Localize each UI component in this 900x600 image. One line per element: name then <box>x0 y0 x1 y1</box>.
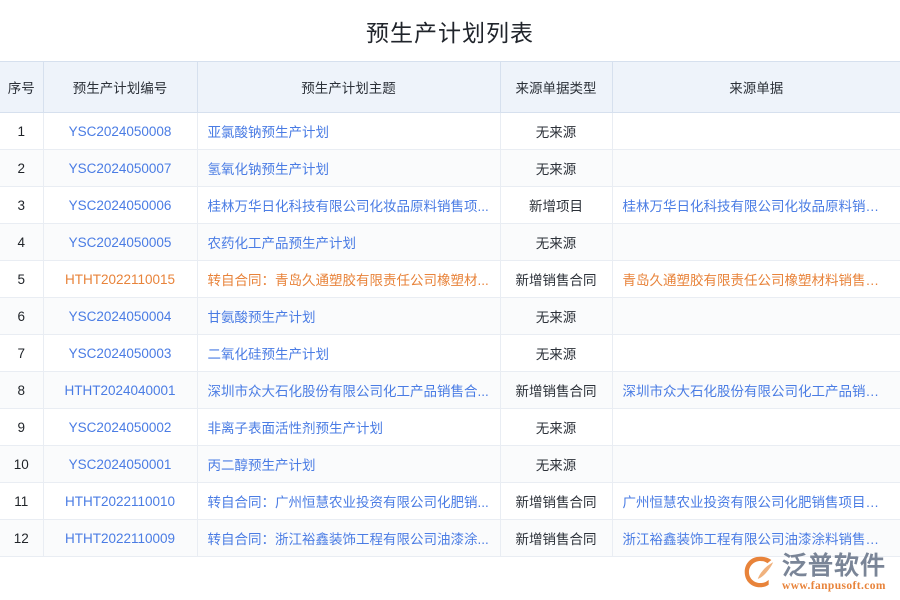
cell-source-doc[interactable] <box>612 298 900 335</box>
table-body: 1YSC2024050008亚氯酸钠预生产计划无来源2YSC2024050007… <box>0 113 900 557</box>
table-header: 序号 预生产计划编号 预生产计划主题 来源单据类型 来源单据 <box>0 62 900 113</box>
cell-source-doc[interactable] <box>612 446 900 483</box>
cell-seq: 5 <box>0 261 43 298</box>
cell-source-type: 无来源 <box>500 446 612 483</box>
cell-seq: 7 <box>0 335 43 372</box>
cell-plan-code[interactable]: YSC2024050004 <box>43 298 197 335</box>
cell-plan-topic[interactable]: 转自合同：浙江裕鑫装饰工程有限公司油漆涂... <box>197 520 500 557</box>
cell-plan-topic[interactable]: 亚氯酸钠预生产计划 <box>197 113 500 150</box>
brand-name: 泛普软件 <box>782 553 886 578</box>
column-header-topic[interactable]: 预生产计划主题 <box>197 62 500 113</box>
cell-source-type: 无来源 <box>500 224 612 261</box>
cell-seq: 8 <box>0 372 43 409</box>
cell-seq: 11 <box>0 483 43 520</box>
cell-plan-topic[interactable]: 转自合同：青岛久通塑胶有限责任公司橡塑材... <box>197 261 500 298</box>
cell-seq: 1 <box>0 113 43 150</box>
pre-production-plan-list-page: 预生产计划列表 序号 预生产计划编号 预生产计划主题 来源单据类型 来源单据 1… <box>0 0 900 600</box>
table-row[interactable]: 3YSC2024050006桂林万华日化科技有限公司化妆品原料销售项...新增项… <box>0 187 900 224</box>
cell-plan-topic[interactable]: 转自合同：广州恒慧农业投资有限公司化肥销... <box>197 483 500 520</box>
cell-source-type: 新增销售合同 <box>500 520 612 557</box>
cell-source-type: 新增项目 <box>500 187 612 224</box>
column-header-seq[interactable]: 序号 <box>0 62 43 113</box>
cell-source-doc[interactable]: 深圳市众大石化股份有限公司化工产品销售合同 <box>612 372 900 409</box>
cell-source-type: 无来源 <box>500 335 612 372</box>
cell-source-type: 无来源 <box>500 113 612 150</box>
table-row[interactable]: 2YSC2024050007氢氧化钠预生产计划无来源 <box>0 150 900 187</box>
cell-source-doc[interactable] <box>612 224 900 261</box>
cell-plan-topic[interactable]: 氢氧化钠预生产计划 <box>197 150 500 187</box>
table-row[interactable]: 7YSC2024050003二氧化硅预生产计划无来源 <box>0 335 900 372</box>
cell-plan-topic[interactable]: 甘氨酸预生产计划 <box>197 298 500 335</box>
pre-production-plan-table: 序号 预生产计划编号 预生产计划主题 来源单据类型 来源单据 1YSC20240… <box>0 61 900 557</box>
cell-source-type: 无来源 <box>500 150 612 187</box>
cell-source-doc[interactable]: 青岛久通塑胶有限责任公司橡塑材料销售合同 <box>612 261 900 298</box>
cell-seq: 3 <box>0 187 43 224</box>
table-header-row: 序号 预生产计划编号 预生产计划主题 来源单据类型 来源单据 <box>0 62 900 113</box>
cell-plan-code[interactable]: YSC2024050001 <box>43 446 197 483</box>
cell-plan-code[interactable]: YSC2024050003 <box>43 335 197 372</box>
column-header-code[interactable]: 预生产计划编号 <box>43 62 197 113</box>
cell-source-type: 新增销售合同 <box>500 261 612 298</box>
cell-source-doc[interactable] <box>612 150 900 187</box>
cell-source-type: 无来源 <box>500 409 612 446</box>
cell-plan-code[interactable]: YSC2024050007 <box>43 150 197 187</box>
column-header-src[interactable]: 来源单据 <box>612 62 900 113</box>
cell-seq: 2 <box>0 150 43 187</box>
cell-plan-code[interactable]: HTHT2022110015 <box>43 261 197 298</box>
cell-seq: 4 <box>0 224 43 261</box>
table-row[interactable]: 12HTHT2022110009转自合同：浙江裕鑫装饰工程有限公司油漆涂...新… <box>0 520 900 557</box>
cell-seq: 9 <box>0 409 43 446</box>
cell-plan-topic[interactable]: 农药化工产品预生产计划 <box>197 224 500 261</box>
cell-plan-topic[interactable]: 深圳市众大石化股份有限公司化工产品销售合... <box>197 372 500 409</box>
cell-plan-code[interactable]: HTHT2024040001 <box>43 372 197 409</box>
column-header-srctype[interactable]: 来源单据类型 <box>500 62 612 113</box>
watermark-text-block: 泛普软件 www.fanpusoft.com <box>782 553 886 593</box>
cell-source-doc[interactable] <box>612 409 900 446</box>
cell-seq: 12 <box>0 520 43 557</box>
cell-plan-topic[interactable]: 丙二醇预生产计划 <box>197 446 500 483</box>
cell-source-doc[interactable]: 广州恒慧农业投资有限公司化肥销售项目合同 <box>612 483 900 520</box>
cell-plan-code[interactable]: YSC2024050008 <box>43 113 197 150</box>
cell-source-type: 无来源 <box>500 298 612 335</box>
fanpu-logo-icon <box>743 555 777 589</box>
brand-watermark: 泛普软件 www.fanpusoft.com <box>743 553 886 593</box>
cell-source-doc[interactable]: 桂林万华日化科技有限公司化妆品原料销售项目 <box>612 187 900 224</box>
table-row[interactable]: 9YSC2024050002非离子表面活性剂预生产计划无来源 <box>0 409 900 446</box>
table-row[interactable]: 1YSC2024050008亚氯酸钠预生产计划无来源 <box>0 113 900 150</box>
cell-plan-topic[interactable]: 非离子表面活性剂预生产计划 <box>197 409 500 446</box>
cell-plan-code[interactable]: HTHT2022110009 <box>43 520 197 557</box>
table-row[interactable]: 6YSC2024050004甘氨酸预生产计划无来源 <box>0 298 900 335</box>
cell-source-doc[interactable] <box>612 113 900 150</box>
pre-production-plan-table-container: 序号 预生产计划编号 预生产计划主题 来源单据类型 来源单据 1YSC20240… <box>0 61 900 557</box>
cell-plan-code[interactable]: HTHT2022110010 <box>43 483 197 520</box>
brand-url: www.fanpusoft.com <box>782 581 886 593</box>
table-row[interactable]: 4YSC2024050005农药化工产品预生产计划无来源 <box>0 224 900 261</box>
page-title: 预生产计划列表 <box>0 0 900 45</box>
cell-source-type: 新增销售合同 <box>500 483 612 520</box>
table-row[interactable]: 11HTHT2022110010转自合同：广州恒慧农业投资有限公司化肥销...新… <box>0 483 900 520</box>
table-row[interactable]: 8HTHT2024040001深圳市众大石化股份有限公司化工产品销售合...新增… <box>0 372 900 409</box>
cell-plan-topic[interactable]: 二氧化硅预生产计划 <box>197 335 500 372</box>
cell-seq: 6 <box>0 298 43 335</box>
table-row[interactable]: 10YSC2024050001丙二醇预生产计划无来源 <box>0 446 900 483</box>
cell-plan-code[interactable]: YSC2024050005 <box>43 224 197 261</box>
cell-source-doc[interactable] <box>612 335 900 372</box>
cell-source-type: 新增销售合同 <box>500 372 612 409</box>
cell-plan-topic[interactable]: 桂林万华日化科技有限公司化妆品原料销售项... <box>197 187 500 224</box>
cell-plan-code[interactable]: YSC2024050002 <box>43 409 197 446</box>
cell-seq: 10 <box>0 446 43 483</box>
cell-plan-code[interactable]: YSC2024050006 <box>43 187 197 224</box>
table-row[interactable]: 5HTHT2022110015转自合同：青岛久通塑胶有限责任公司橡塑材...新增… <box>0 261 900 298</box>
